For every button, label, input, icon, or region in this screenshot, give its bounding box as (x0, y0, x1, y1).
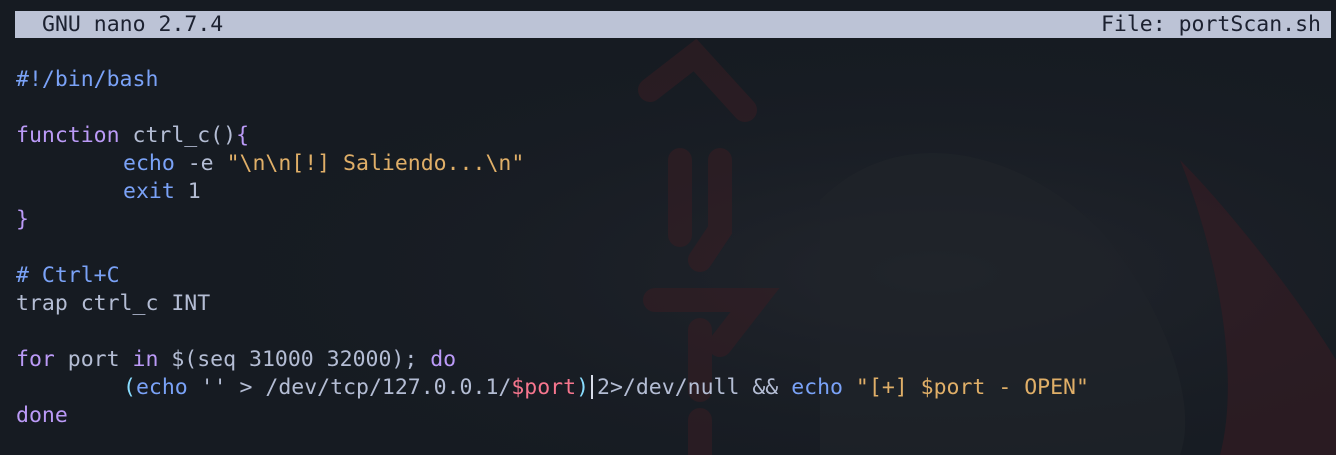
seq-expression: $(seq 31000 32000); (158, 347, 431, 372)
code-line-4[interactable]: echo -e "\n\n[!] Saliendo...\n" (16, 150, 1336, 178)
do-keyword: do (430, 347, 457, 372)
open-string: "[+] (842, 375, 921, 400)
code-line-8[interactable]: # Ctrl+C (16, 262, 1336, 290)
shebang: #!/bin/bash (16, 67, 159, 92)
code-line-12[interactable]: (echo '' > /dev/tcp/127.0.0.1/$port) 2>/d… (16, 374, 1336, 402)
echo-string: "\n\n[!] Saliendo...\n" (226, 151, 525, 176)
close-string: - OPEN" (985, 375, 1089, 400)
code-line-1[interactable]: #!/bin/bash (16, 66, 1336, 94)
code-line-9[interactable]: trap ctrl_c INT (16, 290, 1336, 318)
null-redirect: 2>/dev/null && (597, 375, 792, 400)
editor-buffer[interactable]: #!/bin/bash function ctrl_c(){ echo -e "… (16, 66, 1336, 430)
for-variable: port (54, 347, 133, 372)
close-paren: ) (576, 375, 590, 400)
code-line-3[interactable]: function ctrl_c(){ (16, 122, 1336, 150)
open-paren: ( (123, 375, 136, 400)
function-keyword: function (16, 123, 120, 148)
port-variable: $port (511, 375, 577, 400)
code-line-11[interactable]: for port in $(seq 31000 32000); do (16, 346, 1336, 374)
exit-keyword: exit (123, 179, 175, 204)
code-line-13[interactable]: done (16, 402, 1336, 430)
nano-version: GNU nano 2.7.4 (42, 12, 224, 37)
open-brace: { (236, 123, 250, 148)
file-name-label: File: portScan.sh (1100, 12, 1321, 37)
done-keyword: done (16, 403, 68, 428)
code-line-2[interactable] (16, 94, 1336, 122)
port-variable-2: $port (920, 375, 986, 400)
echo-command-3: echo (791, 375, 843, 400)
for-keyword: for (16, 347, 55, 372)
code-line-6[interactable]: } (16, 206, 1336, 234)
code-line-10[interactable] (16, 318, 1336, 346)
code-line-5[interactable]: exit 1 (16, 178, 1336, 206)
in-keyword: in (132, 347, 159, 372)
comment-ctrl-c: # Ctrl+C (16, 263, 120, 288)
function-name: ctrl_c() (119, 123, 237, 148)
exit-code: 1 (174, 179, 201, 204)
echo-command-2: echo (135, 375, 188, 400)
code-line-7[interactable] (16, 234, 1336, 262)
nano-title-bar: GNU nano 2.7.4 File: portScan.sh (15, 11, 1331, 38)
tcp-redirect: '' > /dev/tcp/127.0.0.1/ (187, 375, 512, 400)
text-cursor (591, 375, 594, 399)
close-brace: } (16, 207, 29, 232)
trap-statement: trap ctrl_c INT (16, 291, 211, 316)
echo-flag: -e (174, 151, 227, 176)
echo-command: echo (123, 151, 175, 176)
